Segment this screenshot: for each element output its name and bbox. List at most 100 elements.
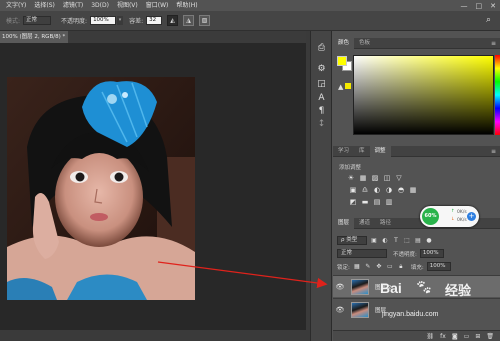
foreground-color-swatch[interactable] (337, 56, 347, 66)
status-bar (0, 330, 306, 341)
menu-filter[interactable]: 滤镜(T) (59, 0, 87, 11)
tab-learn[interactable]: 学习 (333, 146, 354, 157)
levels-icon[interactable]: ▦ (359, 174, 367, 182)
tab-adjustments[interactable]: 调整 (369, 145, 391, 157)
tab-swatches[interactable]: 色板 (354, 38, 375, 49)
panel-menu-icon[interactable]: ≡ (491, 148, 496, 155)
tab-layers[interactable]: 图层 (333, 217, 355, 229)
filter-toggle-icon[interactable]: ● (425, 237, 433, 245)
color-panel-tabs: 颜色 色板 ≡ (333, 37, 500, 49)
history-icon[interactable]: ⎙ (315, 42, 328, 55)
brush-settings-icon[interactable]: ⚙ (315, 63, 328, 76)
tab-libraries[interactable]: 库 (354, 146, 370, 157)
collapsed-panels-toolbar: ⎙ ⚙ ◲ A ¶ ↕ (310, 31, 332, 341)
visibility-eye-icon[interactable]: 👁︎ (333, 306, 347, 314)
lock-transparent-icon[interactable]: ▦ (353, 263, 361, 271)
close-button[interactable]: ✕ (490, 2, 496, 10)
adjustment-row-3: ◩ ▬ ▤ ▥ (349, 198, 393, 206)
gradient-map-icon[interactable]: ▥ (385, 198, 393, 206)
photo-filter-icon[interactable]: ◑ (385, 186, 393, 194)
filter-smart-icon[interactable]: ▤ (414, 237, 422, 245)
mode-select[interactable]: 正常 (23, 16, 52, 25)
lock-artboard-icon[interactable]: ▭ (386, 263, 394, 271)
paragraph-icon[interactable]: ¶ (315, 105, 328, 118)
adjustment-row-2: ▣ ♎ ◐ ◑ ◓ ▦ (349, 186, 417, 194)
filter-pixel-icon[interactable]: ▣ (370, 237, 378, 245)
window-controls: — □ ✕ (461, 0, 497, 11)
fg-bg-swatches[interactable] (337, 56, 353, 72)
tab-channels[interactable]: 通道 (354, 218, 375, 229)
menu-bar: 文字(Y) 选择(S) 滤镜(T) 3D(D) 视图(V) 窗口(W) 帮助(H… (0, 0, 500, 11)
maximize-button[interactable]: □ (476, 2, 483, 10)
plus-icon[interactable]: + (467, 212, 476, 221)
fill-label: 填充: (410, 264, 424, 271)
opacity-input[interactable]: 100% (90, 16, 117, 25)
mode-label: 模式: (6, 18, 21, 25)
options-bar: 模式: 正常 不透明度: 100% ▾ 容差: 32 ◭ ◮ ▧ ⌕ (0, 11, 500, 31)
hue-saturation-icon[interactable]: ▣ (349, 186, 357, 194)
paw-logo-icon: 🐾︎ (415, 280, 433, 296)
gamut-warning-icon: ▲ (338, 83, 344, 91)
lock-all-icon[interactable]: 🔒︎ (397, 263, 405, 271)
tab-paths[interactable]: 路径 (375, 218, 396, 229)
tab-color[interactable]: 颜色 (333, 37, 355, 49)
color-panel: 颜色 色板 ≡ ▲ (333, 37, 500, 138)
document-image (7, 77, 195, 300)
menu-view[interactable]: 视图(V) (113, 0, 142, 11)
color-field[interactable] (353, 55, 494, 135)
upload-speed: 0K/s (457, 210, 467, 215)
filter-adjust-icon[interactable]: ◐ (381, 237, 389, 245)
search-icon[interactable]: ⌕ (482, 14, 495, 27)
menu-help[interactable]: 帮助(H) (172, 0, 201, 11)
clone-source-icon[interactable]: ◲ (315, 78, 328, 91)
watermark-brand: Bai (380, 280, 402, 296)
menu-3d[interactable]: 3D(D) (87, 0, 113, 11)
posterize-icon[interactable]: ▬ (361, 198, 369, 206)
fill-input[interactable]: 100% (426, 262, 451, 271)
blend-mode-select[interactable]: 正常 (337, 249, 387, 258)
blend-row: 正常 不透明度: 100% (333, 249, 500, 258)
curves-icon[interactable]: ▨ (371, 174, 379, 182)
anti-alias-icon[interactable]: ◭ (167, 15, 179, 26)
adjustments-panel: 学习 库 调整 ≡ 添加调整 ☀ ▦ ▨ ◫ ▽ ▣ ♎ ◐ ◑ ◓ ▦ ◩ ▬… (333, 145, 500, 212)
portrait-image (7, 77, 195, 300)
lock-position-icon[interactable]: ✥ (375, 263, 383, 271)
menu-type[interactable]: 文字(Y) (2, 0, 30, 11)
tolerance-input[interactable]: 32 (146, 16, 163, 25)
gamut-swatch[interactable] (345, 83, 351, 89)
lock-image-icon[interactable]: ✎ (364, 263, 372, 271)
layer-opacity-input[interactable]: 100% (419, 249, 444, 258)
menu-select[interactable]: 选择(S) (30, 0, 59, 11)
color-balance-icon[interactable]: ♎ (361, 186, 369, 194)
info-icon[interactable]: ↕ (315, 118, 328, 131)
channel-mixer-icon[interactable]: ◓ (397, 186, 405, 194)
layer-filter-select[interactable]: ρ 类型 (337, 236, 367, 245)
document-tab-bar: 100% (图层 2, RGB/8) * (0, 31, 308, 43)
contiguous-icon[interactable]: ◮ (183, 15, 195, 26)
filter-type-icon[interactable]: T (392, 237, 400, 245)
minimize-button[interactable]: — (461, 2, 468, 10)
invert-icon[interactable]: ◩ (349, 198, 357, 206)
hue-slider[interactable] (495, 55, 500, 135)
vibrance-icon[interactable]: ▽ (395, 174, 403, 182)
brightness-icon[interactable]: ☀ (347, 174, 355, 182)
black-white-icon[interactable]: ◐ (373, 186, 381, 194)
network-speed-widget[interactable]: 60% ↑ 0K/s ↓ 0K/s + (420, 206, 479, 227)
threshold-icon[interactable]: ▤ (373, 198, 381, 206)
opacity-dropdown[interactable]: ▾ (117, 16, 124, 25)
exposure-icon[interactable]: ◫ (383, 174, 391, 182)
tolerance-label: 容差: (129, 18, 144, 25)
menu-window[interactable]: 窗口(W) (142, 0, 173, 11)
panel-menu-icon[interactable]: ≡ (491, 40, 496, 47)
character-icon[interactable]: A (315, 92, 328, 105)
color-lookup-icon[interactable]: ▦ (409, 186, 417, 194)
document-tab[interactable]: 100% (图层 2, RGB/8) * (0, 31, 68, 43)
watermark-brand-2: 经验 (445, 284, 472, 299)
filter-shape-icon[interactable]: ⬚ (403, 237, 411, 245)
download-speed: 0K/s (457, 218, 467, 223)
visibility-eye-icon[interactable]: 👁︎ (333, 283, 347, 291)
all-layers-icon[interactable]: ▧ (199, 15, 211, 26)
adjustments-panel-tabs: 学习 库 调整 ≡ (333, 145, 500, 157)
download-arrow-icon: ↓ (451, 217, 455, 222)
watermark-url: jingyan.baidu.com (382, 311, 439, 318)
